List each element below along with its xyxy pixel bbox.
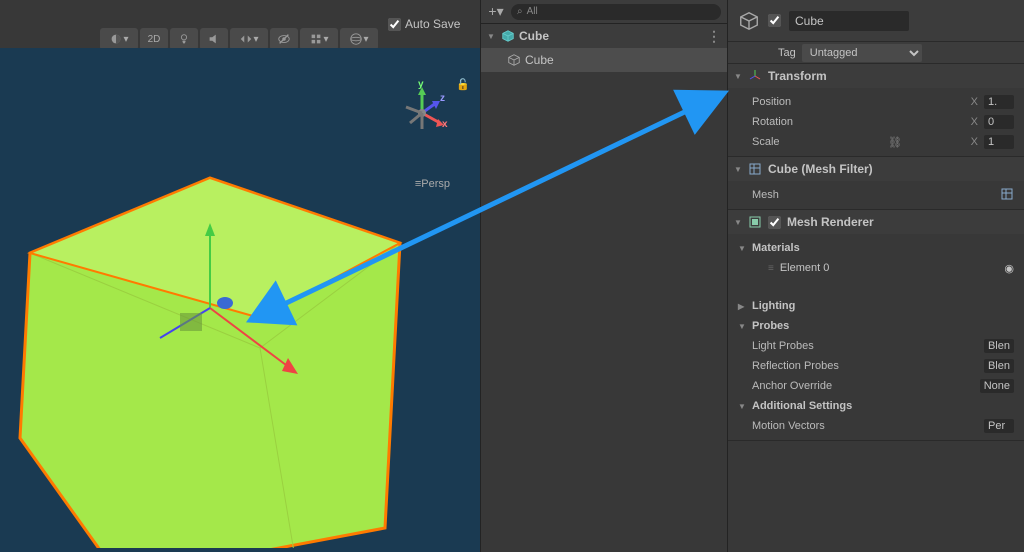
inspector-panel: Tag Untagged ▼ Transform Position X 1. R… xyxy=(728,0,1024,552)
2d-toggle-button[interactable]: 2D xyxy=(140,28,168,50)
hierarchy-context-menu-button[interactable]: ⋮ xyxy=(707,28,721,45)
x-axis-label: X xyxy=(971,96,978,108)
rotation-row: Rotation X 0 xyxy=(728,112,1024,132)
rotation-label: Rotation xyxy=(752,116,882,128)
foldout-icon[interactable]: ▶ xyxy=(738,302,746,311)
autosave-toggle[interactable]: Auto Save xyxy=(388,17,460,31)
hidden-objects-button[interactable] xyxy=(270,28,298,50)
inspector-header xyxy=(728,0,1024,42)
additional-settings-title: Additional Settings xyxy=(752,400,852,412)
scene-tool-row: ▾ 2D ▾ ▾ ▾ xyxy=(100,28,378,50)
autosave-checkbox[interactable] xyxy=(388,18,401,31)
grid-button[interactable]: ▾ xyxy=(300,28,338,50)
gizmo-dropdown-button[interactable]: ▾ xyxy=(340,28,378,50)
reflection-probes-dropdown[interactable]: Blen xyxy=(984,359,1014,373)
cube-mesh[interactable] xyxy=(0,48,480,548)
foldout-icon[interactable]: ▼ xyxy=(738,244,746,253)
probes-header[interactable]: ▼ Probes xyxy=(728,316,1024,336)
scene-name-label: Cube xyxy=(519,29,549,43)
foldout-icon[interactable]: ▼ xyxy=(734,218,742,227)
mesh-picker-icon[interactable] xyxy=(1000,187,1014,204)
light-probes-label: Light Probes xyxy=(752,340,882,352)
hierarchy-item-label: Cube xyxy=(525,53,554,67)
scale-x-field[interactable]: 1 xyxy=(984,135,1014,149)
gameobject-cube-icon xyxy=(507,53,521,67)
mesh-renderer-header[interactable]: ▼ Mesh Renderer xyxy=(728,210,1024,234)
mesh-label: Mesh xyxy=(752,189,882,201)
scale-row: Scale ⛓ X 1 xyxy=(728,132,1024,152)
scene-viewport[interactable]: y x z 🔓 ≡Persp xyxy=(0,48,480,552)
mesh-renderer-title: Mesh Renderer xyxy=(787,215,874,229)
anchor-override-label: Anchor Override xyxy=(752,380,882,392)
object-cube-icon xyxy=(738,10,760,32)
position-row: Position X 1. xyxy=(728,92,1024,112)
reflection-probes-label: Reflection Probes xyxy=(752,360,882,372)
mesh-filter-component: ▼ Cube (Mesh Filter) Mesh xyxy=(728,157,1024,210)
hierarchy-add-button[interactable]: +▾ xyxy=(487,3,505,21)
light-probes-row: Light Probes Blen xyxy=(728,336,1024,356)
gameobject-name-input[interactable] xyxy=(789,11,909,31)
additional-settings-header[interactable]: ▼ Additional Settings xyxy=(728,396,1024,416)
probes-title: Probes xyxy=(752,320,789,332)
anchor-override-dropdown[interactable]: None xyxy=(980,379,1014,393)
tag-dropdown[interactable]: Untagged xyxy=(802,44,922,62)
foldout-icon[interactable]: ▼ xyxy=(734,72,742,81)
lighting-toggle-button[interactable] xyxy=(170,28,198,50)
transform-icon xyxy=(748,69,762,83)
tag-label: Tag xyxy=(778,47,796,59)
transform-header[interactable]: ▼ Transform xyxy=(728,64,1024,88)
mesh-filter-header[interactable]: ▼ Cube (Mesh Filter) xyxy=(728,157,1024,181)
light-probes-dropdown[interactable]: Blen xyxy=(984,339,1014,353)
foldout-icon[interactable]: ▼ xyxy=(738,322,746,331)
scene-panel: Auto Save ▾ 2D ▾ ▾ ▾ xyxy=(0,0,480,552)
audio-toggle-button[interactable] xyxy=(200,28,228,50)
rotation-x-field[interactable]: 0 xyxy=(984,115,1014,129)
hierarchy-panel: +▾ ⌕ All ▼ Cube ⋮ Cube xyxy=(480,0,728,552)
mesh-renderer-component: ▼ Mesh Renderer ▼ Materials ≡ Element 0 … xyxy=(728,210,1024,441)
mesh-filter-icon xyxy=(748,162,762,176)
scale-label: Scale xyxy=(752,136,882,148)
gameobject-enable-checkbox[interactable] xyxy=(768,14,781,27)
foldout-icon[interactable]: ▼ xyxy=(734,165,742,174)
autosave-label: Auto Save xyxy=(405,17,460,31)
mesh-renderer-enable-checkbox[interactable] xyxy=(768,216,781,229)
hierarchy-header: +▾ ⌕ All xyxy=(481,0,727,24)
reflection-probes-row: Reflection Probes Blen xyxy=(728,356,1024,376)
mesh-filter-title: Cube (Mesh Filter) xyxy=(768,162,873,176)
lighting-header[interactable]: ▶ Lighting xyxy=(728,296,1024,316)
material-sphere-icon: ◉ xyxy=(1004,262,1014,275)
constrain-proportions-icon[interactable]: ⛓ xyxy=(888,136,902,149)
unity-scene-icon xyxy=(501,29,515,43)
drag-handle-icon[interactable]: ≡ xyxy=(768,263,774,274)
motion-vectors-label: Motion Vectors xyxy=(752,420,882,432)
material-element-row[interactable]: ≡ Element 0 ◉ xyxy=(728,258,1024,278)
x-axis-label: X xyxy=(971,116,978,128)
x-axis-label: X xyxy=(971,136,978,148)
transform-title: Transform xyxy=(768,69,827,83)
search-icon: ⌕ xyxy=(517,6,523,17)
position-x-field[interactable]: 1. xyxy=(984,95,1014,109)
hierarchy-search-input[interactable]: ⌕ All xyxy=(511,4,721,20)
anchor-override-row: Anchor Override None xyxy=(728,376,1024,396)
hierarchy-scene-row[interactable]: ▼ Cube ⋮ xyxy=(481,24,727,48)
motion-vectors-row: Motion Vectors Per xyxy=(728,416,1024,436)
materials-title: Materials xyxy=(752,242,800,254)
mesh-renderer-icon xyxy=(748,215,762,229)
position-label: Position xyxy=(752,96,882,108)
lighting-title: Lighting xyxy=(752,300,795,312)
transform-component: ▼ Transform Position X 1. Rotation X 0 S… xyxy=(728,64,1024,157)
shading-mode-button[interactable]: ▾ xyxy=(100,28,138,50)
material-element-label: Element 0 xyxy=(780,262,830,274)
hierarchy-item-cube[interactable]: Cube xyxy=(481,48,727,72)
foldout-icon[interactable]: ▼ xyxy=(487,32,497,41)
motion-vectors-dropdown[interactable]: Per xyxy=(984,419,1014,433)
materials-header[interactable]: ▼ Materials xyxy=(728,238,1024,258)
mesh-row: Mesh xyxy=(728,185,1024,205)
tag-row: Tag Untagged xyxy=(728,42,1024,64)
foldout-icon[interactable]: ▼ xyxy=(738,402,746,411)
effects-toggle-button[interactable]: ▾ xyxy=(230,28,268,50)
